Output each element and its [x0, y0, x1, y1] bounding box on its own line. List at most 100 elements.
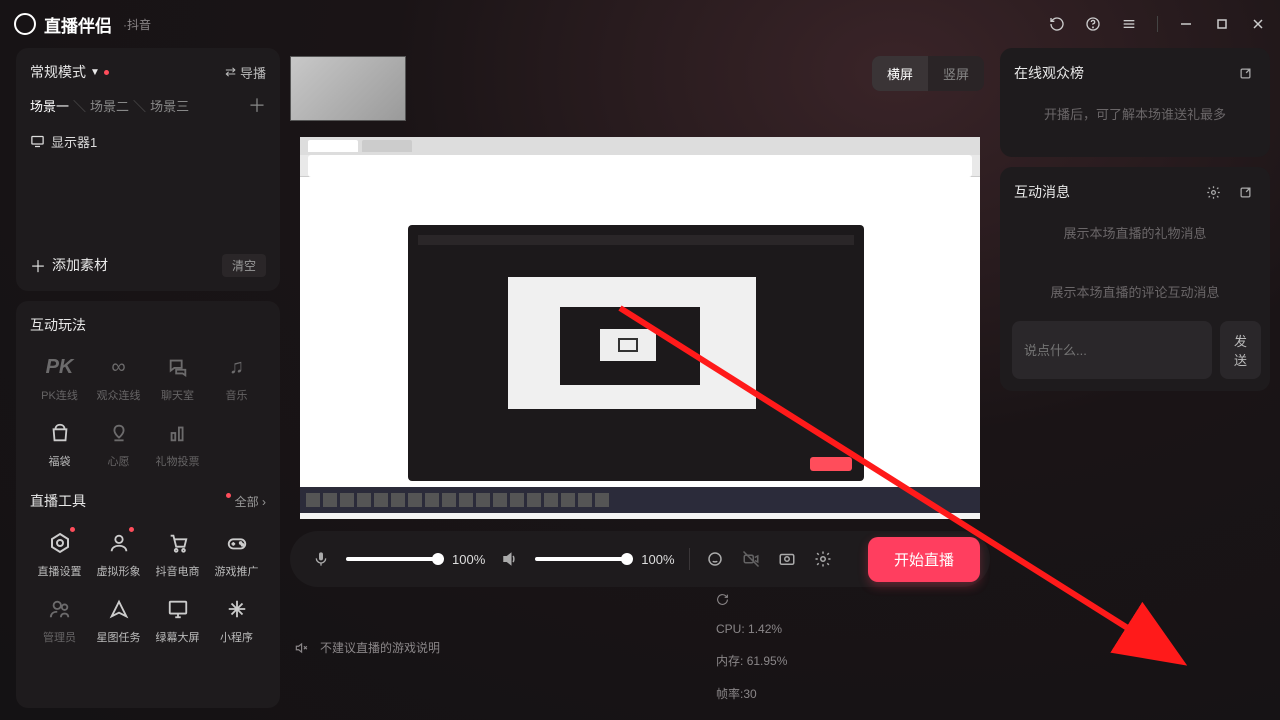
chat-icon: [164, 353, 192, 381]
music-icon: ♫: [223, 353, 251, 381]
comment-empty-text: 展示本场直播的评论互动消息: [1014, 262, 1256, 321]
maximize-icon[interactable]: [1214, 16, 1230, 32]
divider: [1157, 16, 1158, 32]
messages-panel: 互动消息 展示本场直播的礼物消息 展示本场直播的评论互动消息 发送: [1000, 167, 1270, 391]
mic-icon[interactable]: [310, 548, 332, 570]
tool-star-task[interactable]: 星图任务: [89, 591, 148, 653]
audience-panel: 在线观众榜 开播后，可了解本场谁送礼最多: [1000, 48, 1270, 157]
mode-notification-dot: [104, 70, 109, 75]
menu-icon[interactable]: [1121, 16, 1137, 32]
preview-canvas[interactable]: [300, 137, 980, 519]
avatar-icon: [105, 529, 133, 557]
history-icon[interactable]: [1049, 16, 1065, 32]
msg-settings-icon[interactable]: [1202, 181, 1224, 203]
tool-live-settings[interactable]: 直播设置: [30, 525, 89, 587]
mode-dropdown[interactable]: 常规模式 ▼: [30, 62, 109, 82]
start-stream-button[interactable]: 开始直播: [868, 537, 980, 582]
plus-icon: ＋: [30, 253, 46, 277]
link-icon: ∞: [105, 353, 133, 381]
speaker-volume-value: 100%: [641, 552, 674, 567]
source-item-monitor[interactable]: 显示器1: [30, 128, 266, 155]
tools-all-link[interactable]: 全部 ›: [226, 493, 266, 510]
admin-icon: [46, 595, 74, 623]
memory-status: 内存: 61.95%: [716, 652, 986, 669]
tool-ecommerce[interactable]: 抖音电商: [148, 525, 207, 587]
tool-music[interactable]: ♫音乐: [207, 349, 266, 411]
speaker-volume-slider[interactable]: [535, 557, 627, 561]
mode-label: 常规模式: [30, 62, 86, 82]
add-source-button[interactable]: ＋ 添加素材: [30, 253, 108, 277]
bag-icon: [46, 419, 74, 447]
export-label: 导播: [240, 63, 266, 82]
tool-pk[interactable]: PKPK连线: [30, 349, 89, 411]
tool-lucky-bag[interactable]: 福袋: [30, 415, 89, 477]
tool-miniapp[interactable]: 小程序: [207, 591, 266, 653]
beauty-icon[interactable]: [704, 548, 726, 570]
help-icon[interactable]: [1085, 16, 1101, 32]
app-logo-icon: [14, 13, 36, 35]
camera-off-icon[interactable]: [740, 548, 762, 570]
vote-icon: [164, 419, 192, 447]
tool-chatroom[interactable]: 聊天室: [148, 349, 207, 411]
game-help-link[interactable]: 不建议直播的游戏说明: [320, 639, 440, 656]
popout-icon[interactable]: [1234, 62, 1256, 84]
app-subtitle: ·抖音: [123, 16, 151, 33]
tool-audience-link[interactable]: ∞观众连线: [89, 349, 148, 411]
minimize-icon[interactable]: [1178, 16, 1194, 32]
chat-input[interactable]: [1012, 321, 1212, 379]
window-controls: [1049, 16, 1266, 32]
speaker-icon[interactable]: [499, 548, 521, 570]
compass-icon: [105, 595, 133, 623]
tool-admin[interactable]: 管理员: [30, 591, 89, 653]
scenes-panel: 常规模式 ▼ ⇄ 导播 场景一＼ 场景二＼ 场景三 ＋ 显示器1: [16, 48, 280, 291]
send-button[interactable]: 发送: [1220, 321, 1261, 379]
pk-icon: PK: [46, 353, 74, 381]
capture-icon[interactable]: [776, 548, 798, 570]
gear-hex-icon: [46, 529, 74, 557]
tool-wish[interactable]: 心愿: [89, 415, 148, 477]
chevron-down-icon: ▼: [90, 67, 100, 78]
interactive-section-title: 互动玩法: [30, 315, 266, 335]
logo-area: 直播伴侣 ·抖音: [14, 12, 151, 37]
fps-status: 帧率:30: [716, 685, 986, 702]
tool-game-promo[interactable]: 游戏推广: [207, 525, 266, 587]
monitor-icon: [30, 134, 45, 149]
wish-icon: [105, 419, 133, 447]
refresh-icon[interactable]: [716, 593, 986, 606]
mute-status-icon: [294, 641, 308, 655]
tool-greenscreen[interactable]: 绿幕大屏: [148, 591, 207, 653]
close-icon[interactable]: [1250, 16, 1266, 32]
scene-tab-2[interactable]: 场景二: [90, 96, 129, 115]
cpu-status: CPU: 1.42%: [716, 622, 986, 636]
tool-gift-vote[interactable]: 礼物投票: [148, 415, 207, 477]
export-button[interactable]: ⇄ 导播: [225, 63, 266, 82]
screen-icon: [164, 595, 192, 623]
add-source-label: 添加素材: [52, 255, 108, 275]
mic-volume-value: 100%: [452, 552, 485, 567]
scene-tab-1[interactable]: 场景一: [30, 96, 69, 115]
titlebar: 直播伴侣 ·抖音: [0, 0, 1280, 48]
add-scene-button[interactable]: ＋: [248, 92, 266, 118]
msg-popout-icon[interactable]: [1234, 181, 1256, 203]
app-title: 直播伴侣: [44, 12, 112, 37]
scene-tab-3[interactable]: 场景三: [150, 96, 189, 115]
clear-button[interactable]: 清空: [222, 254, 266, 277]
gamepad-icon: [223, 529, 251, 557]
source-label: 显示器1: [51, 132, 97, 151]
tool-avatar[interactable]: 虚拟形象: [89, 525, 148, 587]
features-panel: 互动玩法 PKPK连线 ∞观众连线 聊天室 ♫音乐 福袋 心愿 礼物投票 直播工…: [16, 301, 280, 708]
cart-icon: [164, 529, 192, 557]
audience-empty-text: 开播后，可了解本场谁送礼最多: [1014, 84, 1256, 143]
mic-volume-slider[interactable]: [346, 557, 438, 561]
preview-area: [290, 48, 990, 525]
settings-icon[interactable]: [812, 548, 834, 570]
scene-tabs: 场景一＼ 场景二＼ 场景三 ＋: [30, 92, 266, 118]
sparkle-icon: [223, 595, 251, 623]
audience-panel-title: 在线观众榜: [1014, 63, 1084, 83]
status-bar: 不建议直播的游戏说明 CPU: 1.42% 内存: 61.95% 帧率:30: [290, 587, 990, 708]
preview-thumbnail[interactable]: [290, 56, 406, 121]
swap-icon: ⇄: [225, 64, 236, 80]
gift-empty-text: 展示本场直播的礼物消息: [1014, 203, 1256, 262]
controls-bar: 100% 100% 开始直播: [290, 531, 990, 587]
messages-panel-title: 互动消息: [1014, 182, 1070, 202]
